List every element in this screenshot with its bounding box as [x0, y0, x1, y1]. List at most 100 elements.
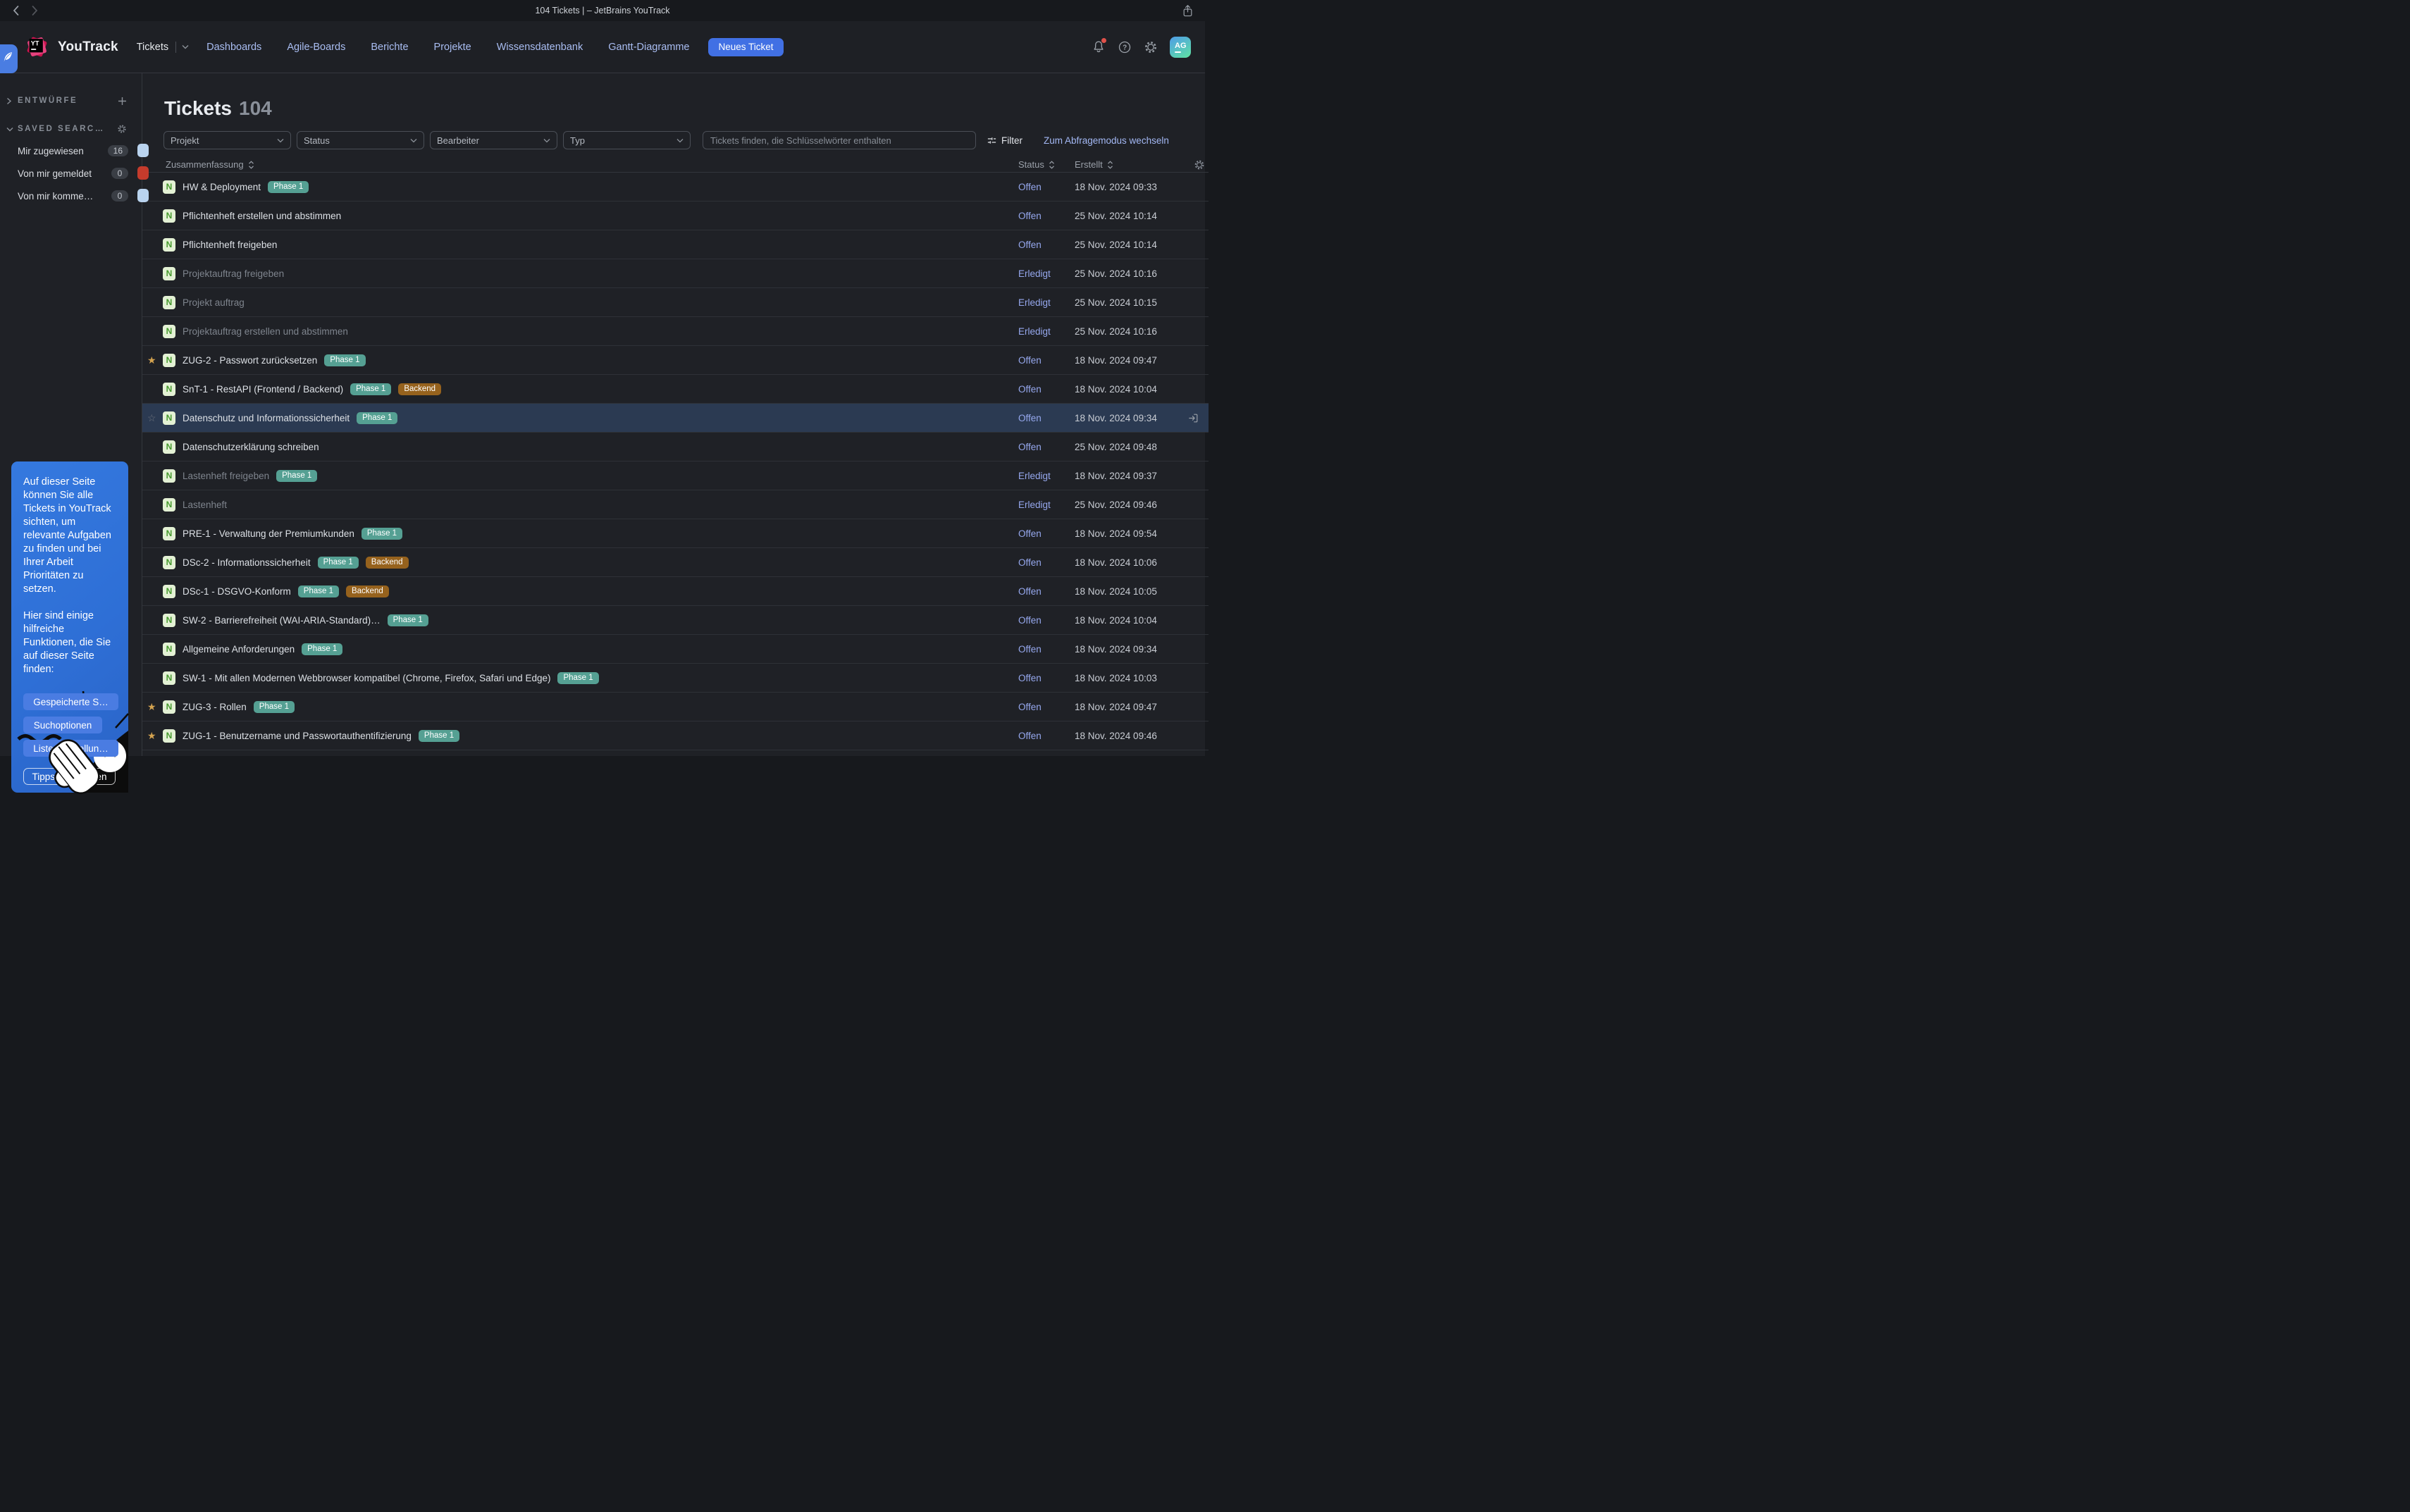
nav-item-wissensdatenbank[interactable]: Wissensdatenbank: [497, 42, 583, 53]
sidebar-section-drafts[interactable]: ENTWÜRFE: [0, 92, 142, 110]
app-body: ENTWÜRFE SAVED SEARC… Mir zugewiesen16Vo…: [0, 73, 1205, 756]
table-row[interactable]: NSW-1 - Mit allen Modernen Webbrowser ko…: [142, 664, 1209, 693]
filter-button[interactable]: Filter: [987, 135, 1022, 146]
table-row[interactable]: NProjektauftrag erstellen und abstimmenE…: [142, 317, 1209, 346]
star-icon[interactable]: ☆: [147, 413, 163, 423]
table-row[interactable]: NHW & DeploymentPhase 1Offen18 Nov. 2024…: [142, 173, 1209, 202]
table-row[interactable]: NDatenschutzerklärung schreibenOffen25 N…: [142, 433, 1209, 461]
nav-items: Dashboards Agile-Boards Berichte Projekte Wi…: [206, 42, 689, 53]
youtrack-logo-icon[interactable]: YT: [25, 35, 49, 59]
column-label: Status: [1018, 159, 1044, 170]
table-settings-gear-icon[interactable]: [1189, 159, 1205, 171]
table-row[interactable]: NProjekt auftragErledigt25 Nov. 2024 10:…: [142, 288, 1209, 317]
created-cell: 18 Nov. 2024 09:47: [1075, 355, 1187, 366]
table-row[interactable]: NSW-2 - Barrierefreiheit (WAI-ARIA-Stand…: [142, 606, 1209, 635]
ticket-title: Lastenheft freigeben: [183, 471, 269, 481]
table-row[interactable]: NLastenheftErledigt25 Nov. 2024 09:46: [142, 490, 1209, 519]
star-icon[interactable]: ★: [147, 702, 163, 712]
nav-item-agile-boards[interactable]: Agile-Boards: [287, 42, 345, 53]
share-icon[interactable]: [1182, 4, 1194, 21]
color-indicator: [137, 144, 149, 157]
sidebar-item-label: Von mir gemeldet: [18, 168, 92, 179]
nav-tickets-current[interactable]: Tickets: [137, 42, 189, 53]
help-icon[interactable]: ?: [1118, 40, 1132, 54]
search-input[interactable]: [703, 131, 976, 149]
table-row[interactable]: NDSc-1 - DSGVO-KonformPhase 1BackendOffe…: [142, 577, 1209, 606]
new-ticket-button[interactable]: Neues Ticket: [708, 38, 783, 56]
filter-dropdown-projekt[interactable]: Projekt: [163, 131, 291, 149]
sidebar-item-von-mir-gemeldet[interactable]: Von mir gemeldet0: [0, 162, 142, 185]
feather-sidebar-tab[interactable]: [0, 44, 18, 73]
feather-icon: [1, 50, 14, 68]
settings-gear-icon[interactable]: [1144, 40, 1158, 54]
filter-sliders-icon: [987, 135, 997, 146]
open-ticket-icon[interactable]: [1187, 412, 1209, 424]
status-cell: Offen: [1018, 615, 1075, 626]
tag-phase: Phase 1: [302, 643, 342, 655]
tag-backend: Backend: [366, 557, 409, 569]
created-cell: 18 Nov. 2024 10:04: [1075, 384, 1187, 395]
star-icon[interactable]: ★: [147, 355, 163, 365]
sort-icon: [1106, 161, 1114, 169]
status-cell: Offen: [1018, 442, 1075, 452]
avatar[interactable]: AG: [1170, 37, 1191, 58]
tag-phase: Phase 1: [357, 412, 397, 424]
sidebar-item-label: Mir zugewiesen: [18, 146, 84, 156]
table-row[interactable]: NLastenheft freigebenPhase 1Erledigt18 N…: [142, 461, 1209, 490]
ticket-title: Datenschutzerklärung schreiben: [183, 442, 319, 452]
sidebar-section-saved-searches[interactable]: SAVED SEARC…: [0, 120, 142, 138]
chevron-right-icon[interactable]: [6, 97, 18, 105]
divider: [175, 42, 176, 53]
chevron-down-icon[interactable]: [6, 127, 18, 132]
ticket-title: SW-2 - Barrierefreiheit (WAI-ARIA-Standa…: [183, 615, 381, 626]
table-row[interactable]: NDSc-2 - InformationssicherheitPhase 1Ba…: [142, 548, 1209, 577]
ticket-type-icon: N: [163, 209, 175, 223]
table-row[interactable]: NPRE-1 - Verwaltung der PremiumkundenPha…: [142, 519, 1209, 548]
brand-name[interactable]: YouTrack: [58, 39, 118, 55]
column-header-created[interactable]: Erstellt: [1075, 159, 1189, 170]
ticket-summary-cell: SW-2 - Barrierefreiheit (WAI-ARIA-Standa…: [183, 614, 1018, 626]
ticket-type-icon: N: [163, 671, 175, 685]
nav-item-dashboards[interactable]: Dashboards: [206, 42, 261, 53]
table-row[interactable]: NPflichtenheft freigebenOffen25 Nov. 202…: [142, 230, 1209, 259]
status-cell: Offen: [1018, 182, 1075, 192]
ticket-rows: NHW & DeploymentPhase 1Offen18 Nov. 2024…: [142, 173, 1209, 750]
tooltip-button-gespeicherte-s-[interactable]: Gespeicherte S…: [23, 693, 118, 710]
nav-item-berichte[interactable]: Berichte: [371, 42, 408, 53]
ticket-summary-cell: Projektauftrag erstellen und abstimmen: [183, 326, 1018, 337]
avatar-initials: AG: [1175, 42, 1191, 50]
table-row[interactable]: ★NZUG-2 - Passwort zurücksetzenPhase 1Of…: [142, 346, 1209, 375]
sidebar-item-mir-zugewiesen[interactable]: Mir zugewiesen16: [0, 140, 142, 162]
filter-dropdown-typ[interactable]: Typ: [563, 131, 691, 149]
column-header-status[interactable]: Status: [1018, 159, 1075, 170]
table-row[interactable]: NSnT-1 - RestAPI (Frontend / Backend)Pha…: [142, 375, 1209, 404]
table-row[interactable]: ☆NDatenschutz und Informationssicherheit…: [142, 404, 1209, 433]
query-mode-link[interactable]: Zum Abfragemodus wechseln: [1044, 135, 1169, 146]
dropdown-label: Typ: [570, 135, 585, 146]
ticket-summary-cell: SnT-1 - RestAPI (Frontend / Backend) Phas…: [183, 383, 1018, 395]
ticket-type-icon: N: [163, 180, 175, 194]
table-row[interactable]: ★NZUG-3 - RollenPhase 1Offen18 Nov. 2024…: [142, 693, 1209, 721]
tooltip-paragraph: Auf dieser Seite können Sie alle Tickets…: [23, 476, 116, 596]
star-icon[interactable]: ★: [147, 731, 163, 740]
table-row[interactable]: ★NZUG-1 - Benutzername und Passwortauthe…: [142, 721, 1209, 750]
status-cell: Offen: [1018, 557, 1075, 568]
nav-item-gantt-diagramme[interactable]: Gantt-Diagramme: [608, 42, 689, 53]
add-draft-icon[interactable]: [118, 97, 127, 106]
nav-item-projekte[interactable]: Projekte: [434, 42, 471, 53]
tag-backend: Backend: [398, 383, 441, 395]
table-row[interactable]: NProjektauftrag freigebenErledigt25 Nov.…: [142, 259, 1209, 288]
notifications-bell-icon[interactable]: [1092, 39, 1106, 54]
column-label: Erstellt: [1075, 159, 1103, 170]
filter-dropdown-status[interactable]: Status: [297, 131, 424, 149]
saved-searches-gear-icon[interactable]: [117, 124, 127, 134]
sidebar-item-von-mir-komme-[interactable]: Von mir komme…0: [0, 185, 142, 207]
ticket-title: SnT-1 - RestAPI (Frontend / Backend): [183, 384, 343, 395]
table-row[interactable]: NAllgemeine AnforderungenPhase 1Offen18 …: [142, 635, 1209, 664]
chevron-down-icon[interactable]: [182, 44, 189, 49]
column-label: Zusammenfassung: [166, 159, 244, 170]
filter-dropdown-bearbeiter[interactable]: Bearbeiter: [430, 131, 557, 149]
column-header-summary[interactable]: Zusammenfassung: [166, 159, 1018, 170]
table-row[interactable]: NPflichtenheft erstellen und abstimmenOf…: [142, 202, 1209, 230]
tag-phase: Phase 1: [350, 383, 391, 395]
